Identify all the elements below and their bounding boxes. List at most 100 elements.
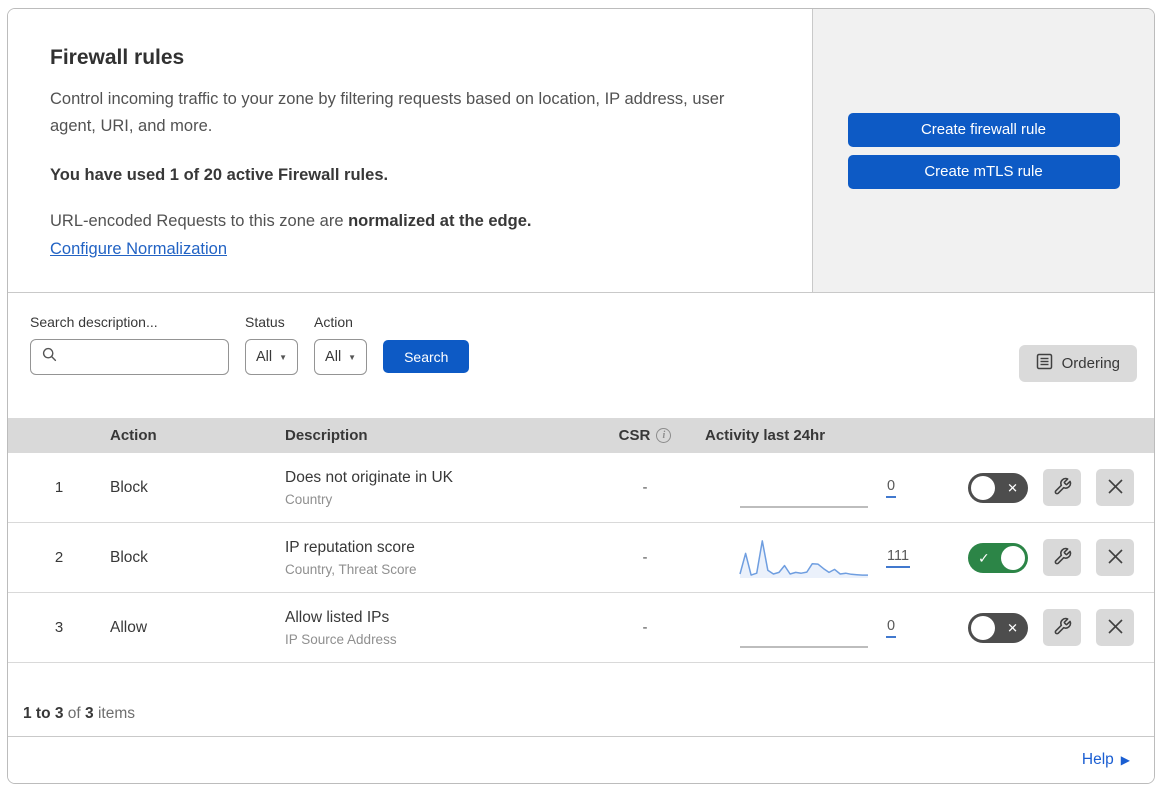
action-dropdown-value: All xyxy=(325,349,342,365)
info-icon[interactable]: i xyxy=(656,428,672,443)
create-mtls-rule-button[interactable]: Create mTLS rule xyxy=(847,154,1120,189)
activity-sparkline xyxy=(739,536,868,580)
filter-bar: Search description... Status All ▼ Actio… xyxy=(8,293,1154,418)
activity-count-link[interactable]: 0 xyxy=(886,618,897,638)
rule-activity-cell: 0 xyxy=(685,468,940,508)
rule-csr: - xyxy=(642,619,648,636)
csr-header-label: CSR xyxy=(618,427,651,444)
rule-action: Allow xyxy=(110,618,148,636)
delete-rule-button[interactable] xyxy=(1096,469,1134,506)
search-input[interactable] xyxy=(65,349,228,365)
rule-description: Does not originate in UK xyxy=(285,468,454,486)
action-filter-group: Action All ▼ xyxy=(314,314,368,375)
header-section: Firewall rules Control incoming traffic … xyxy=(8,9,1154,293)
rule-priority: 3 xyxy=(54,619,64,636)
x-icon: ✕ xyxy=(1007,480,1018,495)
column-header-csr: CSR i xyxy=(605,427,685,444)
help-link[interactable]: Help ▶ xyxy=(1082,751,1130,769)
status-dropdown-value: All xyxy=(256,349,273,365)
x-icon: ✕ xyxy=(1007,620,1018,635)
help-footer: Help ▶ xyxy=(8,737,1154,783)
wrench-icon xyxy=(1053,547,1072,569)
normalization-note: URL-encoded Requests to this zone are no… xyxy=(50,212,752,231)
wrench-icon xyxy=(1053,477,1072,499)
enable-toggle[interactable]: ✓ ✕ xyxy=(968,472,1028,503)
column-header-action: Action xyxy=(110,427,157,444)
action-dropdown[interactable]: All ▼ xyxy=(314,339,368,375)
configure-normalization-link[interactable]: Configure Normalization xyxy=(50,240,227,259)
rule-criteria: Country xyxy=(285,491,333,507)
pagination-items-label: items xyxy=(97,705,136,722)
toggle-knob xyxy=(1001,545,1025,570)
ordering-button-label: Ordering xyxy=(1061,355,1120,372)
rule-controls: ✓ ✕ xyxy=(940,469,1154,506)
rule-activity-cell: 0 xyxy=(685,608,940,648)
rule-description-cell: Does not originate in UK Country xyxy=(285,469,605,507)
search-icon xyxy=(42,347,57,367)
wrench-icon xyxy=(1053,617,1072,639)
rule-csr: - xyxy=(642,479,648,496)
header-text-block: Firewall rules Control incoming traffic … xyxy=(8,9,813,292)
edit-rule-button[interactable] xyxy=(1043,539,1081,576)
activity-sparkline xyxy=(740,608,868,648)
activity-sparkline xyxy=(740,468,868,508)
normalization-bold: normalized at the edge. xyxy=(348,212,532,231)
close-icon xyxy=(1107,548,1124,568)
action-label: Action xyxy=(314,314,353,330)
pagination-total: 3 xyxy=(85,705,94,722)
ordering-button[interactable]: Ordering xyxy=(1018,345,1137,382)
rule-description-cell: Allow listed IPs IP Source Address xyxy=(285,609,605,647)
rule-controls: ✓ ✕ xyxy=(940,539,1154,576)
rule-priority: 1 xyxy=(54,479,64,496)
toggle-knob xyxy=(971,615,995,640)
search-button[interactable]: Search xyxy=(383,340,470,373)
chevron-down-icon: ▼ xyxy=(279,352,288,362)
delete-rule-button[interactable] xyxy=(1096,609,1134,646)
search-label: Search description... xyxy=(30,314,158,330)
column-header-description: Description xyxy=(285,427,368,444)
page-title: Firewall rules xyxy=(50,46,185,69)
edit-rule-button[interactable] xyxy=(1043,469,1081,506)
pagination-of: of xyxy=(67,705,81,722)
rule-csr: - xyxy=(642,549,648,566)
chevron-down-icon: ▼ xyxy=(348,352,357,362)
rule-activity-cell: 111 xyxy=(685,536,940,580)
activity-count-link[interactable]: 0 xyxy=(886,478,897,498)
search-input-wrapper xyxy=(30,339,229,375)
table-row: 1 Block Does not originate in UK Country… xyxy=(8,453,1154,523)
rule-action: Block xyxy=(110,478,148,496)
help-link-label: Help xyxy=(1081,751,1114,768)
arrow-right-icon: ▶ xyxy=(1120,753,1130,767)
status-dropdown[interactable]: All ▼ xyxy=(245,339,299,375)
table-row: 3 Allow Allow listed IPs IP Source Addre… xyxy=(8,593,1154,663)
create-firewall-rule-button[interactable]: Create firewall rule xyxy=(847,112,1120,147)
page-description: Control incoming traffic to your zone by… xyxy=(50,90,725,135)
table-row: 2 Block IP reputation score Country, Thr… xyxy=(8,523,1154,593)
close-icon xyxy=(1107,478,1124,498)
filter-controls: Search description... Status All ▼ Actio… xyxy=(30,314,470,375)
delete-rule-button[interactable] xyxy=(1096,539,1134,576)
rule-controls: ✓ ✕ xyxy=(940,609,1154,646)
rule-criteria: IP Source Address xyxy=(285,631,397,647)
rule-description: Allow listed IPs xyxy=(285,608,390,626)
status-filter-group: Status All ▼ xyxy=(245,314,299,375)
enable-toggle[interactable]: ✓ ✕ xyxy=(968,542,1028,573)
rule-description-cell: IP reputation score Country, Threat Scor… xyxy=(285,539,605,577)
rule-description: IP reputation score xyxy=(285,538,415,556)
edit-rule-button[interactable] xyxy=(1043,609,1081,646)
toggle-knob xyxy=(971,475,995,500)
rule-criteria: Country, Threat Score xyxy=(285,561,417,577)
rule-action: Block xyxy=(110,548,148,566)
rule-priority: 2 xyxy=(54,549,64,566)
list-document-icon xyxy=(1036,353,1053,374)
check-icon: ✓ xyxy=(978,549,990,566)
status-label: Status xyxy=(245,314,285,330)
firewall-rules-card: Firewall rules Control incoming traffic … xyxy=(7,8,1155,784)
header-actions-panel: Create firewall rule Create mTLS rule xyxy=(813,9,1154,292)
table-header-row: Action Description CSR i Activity last 24… xyxy=(8,418,1154,453)
close-icon xyxy=(1107,618,1124,638)
enable-toggle[interactable]: ✓ ✕ xyxy=(968,612,1028,643)
normalization-prefix: URL-encoded Requests to this zone are xyxy=(50,212,349,231)
activity-count-link[interactable]: 111 xyxy=(886,548,911,568)
pagination-range: 1 to 3 xyxy=(23,705,64,722)
